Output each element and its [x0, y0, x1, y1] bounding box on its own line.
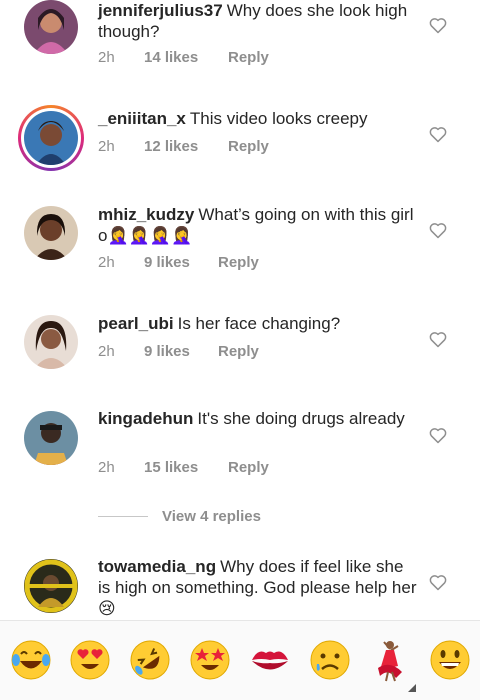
comment-likes[interactable]: 14 likes	[144, 49, 228, 66]
comment-meta: 2h 12 likes Reply	[98, 138, 269, 155]
avatar-with-story-ring[interactable]	[18, 105, 84, 171]
comment-text-block: mhiz_kudzy What’s going on with this girl…	[98, 204, 418, 246]
comment-username[interactable]: towamedia_ng	[98, 557, 216, 576]
avatar[interactable]	[24, 411, 78, 465]
emoji-reaction-bar	[0, 620, 480, 700]
comment-text: This video looks creepy	[189, 109, 368, 128]
emoji-heart-eyes-button[interactable]	[68, 638, 112, 682]
comment-text-block: kingadehun It's she doing drugs already	[98, 408, 418, 429]
heart-icon[interactable]	[428, 572, 448, 592]
emoji-bar-more-indicator	[408, 684, 416, 692]
view-replies-button[interactable]: View 4 replies	[98, 507, 261, 525]
comment-time: 2h	[98, 343, 115, 360]
comment-text: Is her face changing?	[177, 314, 341, 333]
comment-username[interactable]: kingadehun	[98, 409, 193, 428]
comment-text-block: _eniiitan_x This video looks creepy	[98, 108, 418, 129]
emoji-tears-of-joy-button[interactable]	[9, 638, 53, 682]
comment-meta: 2h 15 likes Reply	[98, 459, 269, 476]
comment-emojis: 😢	[98, 599, 116, 618]
comment-username[interactable]: _eniiitan_x	[98, 109, 186, 128]
heart-icon[interactable]	[428, 124, 448, 144]
comment-likes[interactable]: 12 likes	[144, 138, 228, 155]
reply-button[interactable]: Reply	[228, 49, 269, 66]
heart-icon[interactable]	[428, 329, 448, 349]
comment-time: 2h	[98, 254, 115, 271]
avatar[interactable]	[24, 0, 78, 54]
comment-username[interactable]: pearl_ubi	[98, 314, 174, 333]
comment-emojis: 🤦‍♀️🤦‍♀️🤦‍♀️🤦‍♀️	[107, 226, 193, 245]
heart-icon[interactable]	[428, 425, 448, 445]
comment-text: It's she doing drugs already	[197, 409, 405, 428]
heart-icon[interactable]	[428, 15, 448, 35]
comment-meta: 2h 9 likes Reply	[98, 343, 259, 360]
emoji-star-struck-button[interactable]	[188, 638, 232, 682]
comment-username[interactable]: mhiz_kudzy	[98, 205, 194, 224]
view-replies-label: View 4 replies	[162, 507, 261, 525]
emoji-sad-relieved-button[interactable]	[308, 638, 352, 682]
emoji-kiss-mark-button[interactable]	[248, 638, 292, 682]
comment-likes[interactable]: 9 likes	[144, 343, 218, 360]
reply-button[interactable]: Reply	[218, 254, 259, 271]
reply-button[interactable]: Reply	[218, 343, 259, 360]
comment-time: 2h	[98, 138, 115, 155]
emoji-rolling-laughing-button[interactable]	[128, 638, 172, 682]
avatar[interactable]	[24, 315, 78, 369]
comment-likes[interactable]: 15 likes	[144, 459, 228, 476]
comment-meta: 2h 9 likes Reply	[98, 254, 259, 271]
reply-button[interactable]: Reply	[228, 138, 269, 155]
comment-time: 2h	[98, 49, 115, 66]
emoji-grinning-button[interactable]	[428, 638, 472, 682]
comment-text-block: pearl_ubi Is her face changing?	[98, 313, 418, 334]
comment-time: 2h	[98, 459, 115, 476]
heart-icon[interactable]	[428, 220, 448, 240]
reply-button[interactable]: Reply	[228, 459, 269, 476]
comment-username[interactable]: jenniferjulius37	[98, 1, 223, 20]
comment-text-block: towamedia_ng Why does if feel like she is…	[98, 556, 418, 619]
replies-divider-line	[98, 515, 148, 517]
avatar[interactable]	[24, 559, 78, 613]
avatar[interactable]	[24, 206, 78, 260]
comments-list: jenniferjulius37 Why does she look high t…	[0, 0, 480, 620]
comment-meta: 2h 14 likes Reply	[98, 49, 269, 66]
comment-text-block: jenniferjulius37 Why does she look high t…	[98, 0, 418, 42]
comment-likes[interactable]: 9 likes	[144, 254, 218, 271]
emoji-dancer-button[interactable]	[368, 638, 412, 682]
